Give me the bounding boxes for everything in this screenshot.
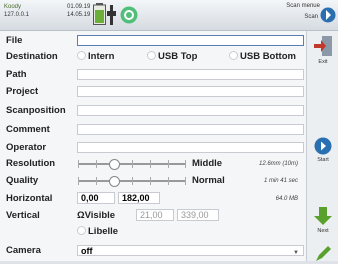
libelle-checkbox[interactable]: Libelle [77, 226, 118, 238]
destination-usb-top-radio[interactable]: USB Top [147, 51, 197, 63]
horizontal-from-input[interactable]: 0,00 [77, 192, 115, 204]
libelle-row: Libelle [6, 225, 304, 239]
radio-circle-icon [77, 51, 86, 60]
radio-circle-icon [147, 51, 156, 60]
level-icon [107, 5, 116, 25]
operator-label: Operator [6, 142, 47, 153]
path-label: Path [6, 69, 27, 80]
vertical-to-input[interactable]: 339,00 [177, 209, 219, 221]
file-row: File [6, 34, 304, 48]
quality-slider[interactable] [78, 176, 186, 187]
scan-label: Scan [304, 14, 318, 20]
edit-button[interactable] [309, 244, 337, 264]
destination-row: Destination Intern USB Top USB Bottom [6, 50, 304, 64]
destination-label: Destination [6, 51, 58, 62]
vertical-row: Vertical ΩVisible 21,00 339,00 [6, 209, 304, 223]
vertical-from-input[interactable]: 21,00 [136, 209, 174, 221]
quality-value: Normal [192, 175, 225, 186]
play-icon [314, 137, 332, 155]
horizontal-to-input[interactable]: 182,00 [118, 192, 160, 204]
user-name: Koody [4, 4, 22, 10]
time-display: 14.05.19 [67, 12, 91, 18]
action-sidebar: Exit Start Next [306, 31, 338, 261]
path-input[interactable] [77, 69, 304, 80]
file-size-info: 64.0 MB [275, 196, 298, 202]
exit-door-icon [314, 36, 332, 56]
resolution-value: Middle [192, 158, 223, 169]
date-display: 01.09.19 [67, 4, 91, 10]
exit-button[interactable]: Exit [309, 35, 337, 65]
start-button[interactable]: Start [309, 137, 337, 163]
vertical-mode-select[interactable]: ΩVisible [77, 210, 115, 222]
status-bar: Koody 127.0.0.1 01.09.19 14.05.19 Scan m… [0, 0, 338, 31]
project-input[interactable] [77, 86, 304, 97]
destination-usb-bottom-radio[interactable]: USB Bottom [229, 51, 296, 63]
scan-settings-form: File Destination Intern USB Top USB Bott… [0, 31, 306, 261]
down-arrow-icon [314, 207, 332, 225]
path-row: Path [6, 68, 304, 82]
quality-row: Quality Normal 1 min 41 sec [6, 174, 304, 188]
resolution-info: 12.6mm (10m) [258, 161, 298, 167]
operator-row: Operator [6, 141, 304, 155]
project-row: Project [6, 85, 304, 99]
operator-input[interactable] [77, 142, 304, 153]
file-input[interactable] [77, 35, 304, 46]
project-label: Project [6, 86, 39, 97]
quality-info: 1 min 41 sec [263, 178, 298, 184]
resolution-row: Resolution Middle 12.6mm (10m) [6, 157, 304, 171]
ip-address: 127.0.0.1 [4, 12, 30, 18]
camera-select[interactable]: off ▼ [77, 245, 304, 256]
vertical-label: Vertical [6, 210, 40, 221]
wifi-status-icon [120, 6, 138, 24]
omega-icon: Ω [77, 210, 85, 221]
next-button[interactable]: Next [309, 206, 337, 234]
horizontal-row: Horizontal 0,00 182,00 64.0 MB [6, 192, 304, 206]
battery-icon [93, 3, 106, 25]
scanposition-input[interactable] [77, 105, 304, 116]
dropdown-arrow-icon: ▼ [293, 250, 299, 256]
scanposition-row: Scanposition [6, 104, 304, 118]
quality-label: Quality [6, 175, 39, 186]
radio-circle-icon [77, 226, 86, 235]
scan-menu-label: Scan menue [286, 3, 320, 9]
comment-row: Comment [6, 123, 304, 137]
resolution-slider-handle[interactable] [108, 159, 120, 170]
camera-row: Camera off ▼ [6, 244, 304, 258]
quality-slider-handle[interactable] [108, 176, 120, 187]
camera-label: Camera [6, 245, 41, 256]
radio-circle-icon [229, 51, 238, 60]
file-label: File [6, 35, 23, 46]
horizontal-label: Horizontal [6, 193, 53, 204]
resolution-label: Resolution [6, 158, 56, 169]
comment-input[interactable] [77, 124, 304, 135]
destination-intern-radio[interactable]: Intern [77, 51, 114, 63]
pencil-icon [316, 246, 331, 261]
scanposition-label: Scanposition [6, 105, 66, 116]
comment-label: Comment [6, 124, 50, 135]
scan-button[interactable] [320, 4, 336, 26]
resolution-slider[interactable] [78, 159, 186, 170]
